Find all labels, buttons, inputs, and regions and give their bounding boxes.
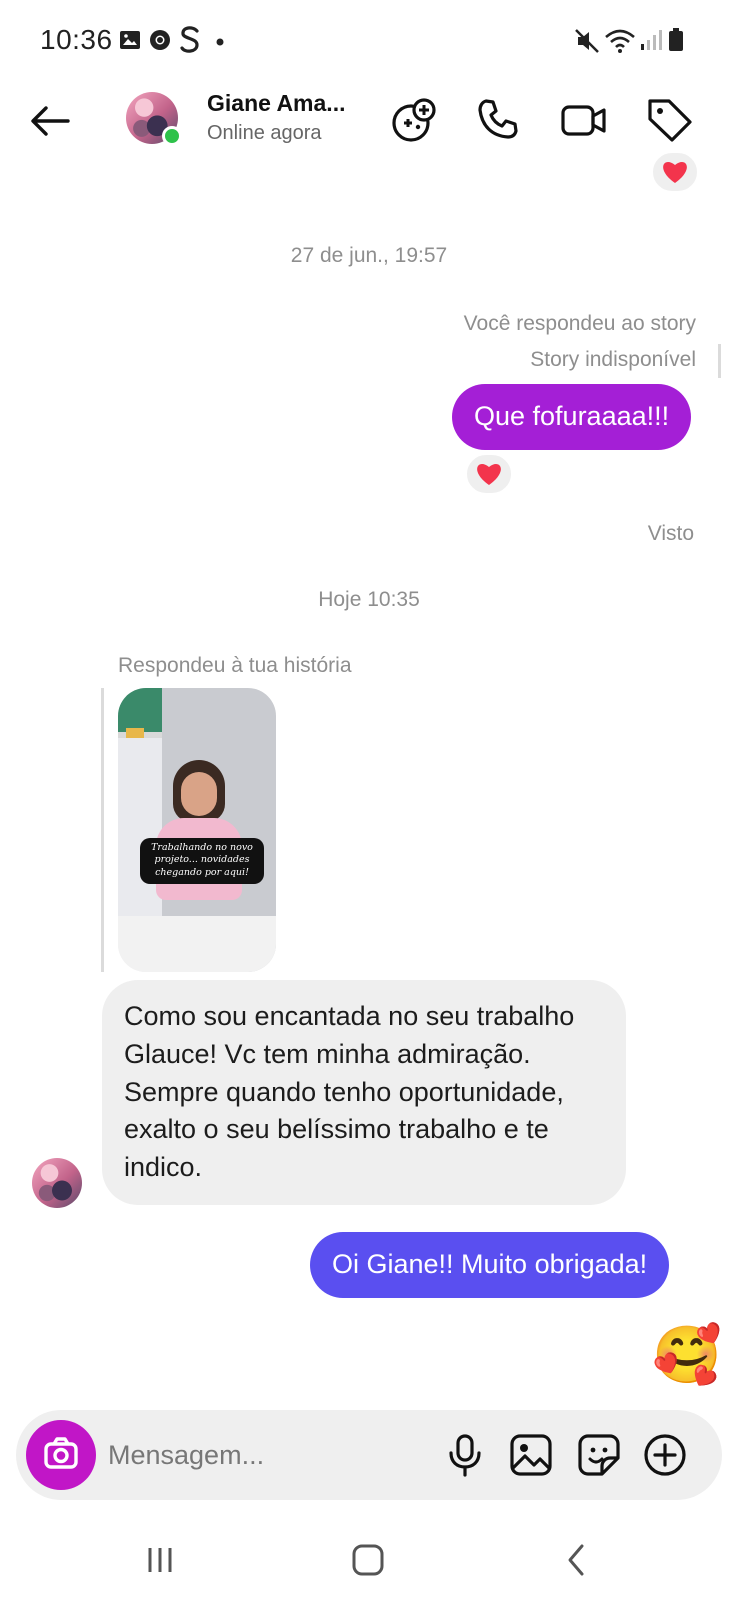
story-reply-note: Você respondeu ao story: [463, 312, 696, 335]
message-outgoing[interactable]: Que fofuraaaa!!!: [452, 384, 692, 450]
gallery-icon: [120, 31, 140, 49]
tag-icon[interactable]: [644, 94, 696, 146]
mute-icon: [575, 29, 599, 53]
camera-icon: [44, 1437, 78, 1469]
phone-icon[interactable]: [472, 94, 524, 146]
message-incoming[interactable]: Como sou encantada no seu trabalho Glauc…: [102, 980, 626, 1205]
battery-icon: [669, 28, 683, 51]
emoji-message[interactable]: 🥰: [652, 1328, 722, 1384]
gallery-icon[interactable]: [506, 1430, 556, 1480]
seen-status: Visto: [647, 522, 694, 545]
online-indicator: [162, 126, 182, 146]
chat-header: Giane Ama... Online agora: [0, 84, 738, 184]
microphone-icon[interactable]: [440, 1430, 490, 1480]
back-nav-icon[interactable]: [546, 1532, 606, 1588]
dot-icon: [216, 38, 224, 46]
story-thumbnail[interactable]: Trabalhando no novo projeto... novidades…: [118, 688, 276, 972]
message-composer: [16, 1410, 722, 1500]
story-unavailable-label: Story indisponível: [530, 348, 696, 371]
s-app-icon: [180, 26, 199, 53]
story-reply-in-note: Respondeu à tua história: [118, 654, 352, 677]
timestamp-divider: Hoje 10:35: [318, 588, 420, 611]
sticker-icon[interactable]: [574, 1430, 624, 1480]
story-caption: Trabalhando no novo projeto... novidades…: [140, 838, 264, 884]
recent-apps-icon[interactable]: [130, 1532, 190, 1588]
wifi-icon: [605, 29, 635, 53]
home-icon[interactable]: [338, 1532, 398, 1588]
video-icon[interactable]: [558, 94, 610, 146]
person-face: [181, 772, 217, 816]
heart-icon: [663, 162, 687, 183]
contact-name[interactable]: Giane Ama...: [207, 90, 345, 117]
status-time: 10:36: [40, 24, 113, 55]
timestamp-divider: 27 de jun., 19:57: [290, 244, 448, 267]
heart-icon: [477, 464, 501, 485]
system-nav-bar: [0, 1520, 738, 1600]
message-outgoing[interactable]: Oi Giane!! Muito obrigada!: [310, 1232, 670, 1298]
status-bar: 10:36: [0, 0, 738, 84]
story-reply-bar: [101, 688, 104, 972]
contact-status: Online agora: [207, 122, 322, 144]
chrome-icon: [150, 30, 170, 50]
sender-avatar[interactable]: [32, 1158, 82, 1208]
reaction-heart[interactable]: [464, 452, 514, 496]
reaction-heart-cutoff[interactable]: [650, 150, 700, 194]
camera-button[interactable]: [26, 1420, 96, 1490]
story-reply-bar: [718, 344, 721, 378]
add-icon[interactable]: [640, 1430, 690, 1480]
signal-icon: [641, 30, 662, 50]
message-input[interactable]: [108, 1432, 428, 1478]
back-arrow-icon[interactable]: [26, 96, 76, 146]
games-icon[interactable]: [388, 94, 440, 146]
